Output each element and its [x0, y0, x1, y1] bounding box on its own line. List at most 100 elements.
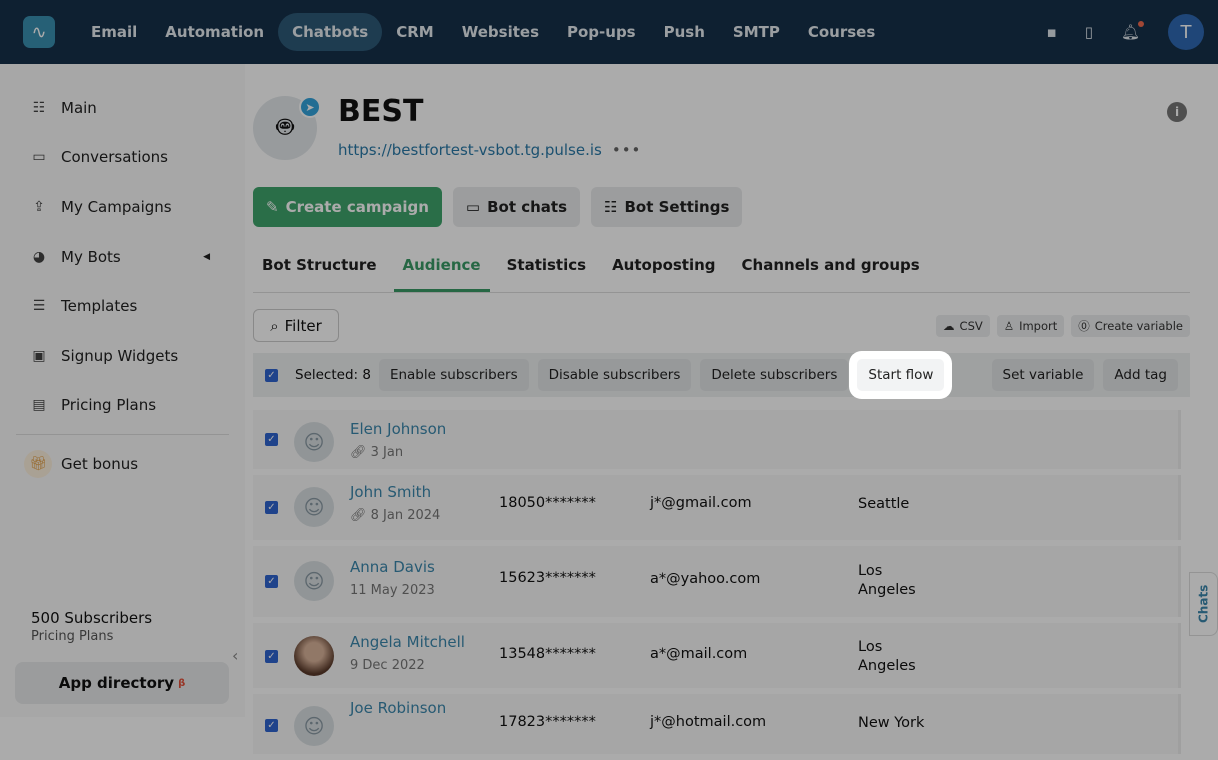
- sidebar-item-conversations[interactable]: ▭ Conversations: [0, 133, 245, 183]
- nav-smtp[interactable]: SMTP: [719, 13, 794, 51]
- tab-statistics[interactable]: Statistics: [498, 244, 595, 292]
- tab-bot-structure[interactable]: Bot Structure: [253, 244, 386, 292]
- app-directory-button[interactable]: App directory β: [15, 662, 229, 704]
- bot-name: BEST: [338, 94, 424, 129]
- bot-settings-button[interactable]: ☷ Bot Settings: [591, 187, 743, 227]
- nav-automation[interactable]: Automation: [151, 13, 278, 51]
- user-icon: ♙: [1003, 319, 1015, 333]
- row-checkbox[interactable]: ✓: [265, 575, 278, 588]
- subscriber-name[interactable]: Angela Mitchell: [350, 633, 465, 651]
- telegram-icon: ➤: [299, 96, 321, 118]
- label: Get bonus: [61, 454, 139, 473]
- delete-subscribers-button[interactable]: Delete subscribers: [700, 359, 849, 391]
- subscriber-date: 9 Dec 2022: [350, 658, 425, 673]
- csv-button[interactable]: ☁ CSV: [936, 315, 990, 337]
- city: Seattle: [858, 496, 910, 512]
- user-avatar[interactable]: T: [1168, 14, 1204, 50]
- chat-icon: ▭: [465, 198, 481, 216]
- label: My Campaigns: [61, 197, 172, 216]
- sidebar: ☷ Main ▭ Conversations ⇪ My Campaigns ◕ My B…: [0, 64, 245, 717]
- label: Filter: [284, 316, 322, 335]
- bot-url[interactable]: https://bestfortest-vsbot.tg.pulse.is •••: [338, 141, 641, 159]
- table-row[interactable]: ✓ ☺ Elen Johnson 🔗︎ 3 Jan: [253, 410, 1181, 469]
- subscriber-name[interactable]: Anna Davis: [350, 558, 435, 576]
- logo-icon[interactable]: ∿: [23, 16, 55, 48]
- disable-subscribers-button[interactable]: Disable subscribers: [537, 359, 692, 391]
- label: CSV: [959, 319, 983, 333]
- label: Import: [1019, 319, 1058, 333]
- link-icon: 🔗︎: [350, 445, 371, 460]
- chat-icon: ▭: [32, 149, 46, 166]
- phone: 18050*******: [499, 495, 596, 511]
- nav-push[interactable]: Push: [650, 13, 719, 51]
- nav-chatbots[interactable]: Chatbots: [278, 13, 383, 51]
- subscriber-name[interactable]: Joe Robinson: [350, 699, 446, 717]
- table-row[interactable]: ✓ Angela Mitchell 9 Dec 2022 13548******…: [253, 623, 1181, 688]
- row-checkbox[interactable]: ✓: [265, 433, 278, 446]
- label: Conversations: [61, 148, 168, 167]
- bot-chats-button[interactable]: ▭ Bot chats: [452, 187, 581, 227]
- table-row[interactable]: ✓ ☺ Anna Davis 11 May 2023 15623******* …: [253, 546, 1181, 617]
- chat-icon[interactable]: ▪: [1047, 23, 1057, 41]
- url-text[interactable]: https://bestfortest-vsbot.tg.pulse.is: [338, 141, 602, 159]
- sidebar-item-pricing-plans[interactable]: ▤ Pricing Plans: [0, 381, 245, 431]
- nav-popups[interactable]: Pop-ups: [553, 13, 650, 51]
- sliders-icon: ☷: [32, 99, 46, 116]
- label: Bot Settings: [624, 198, 730, 216]
- filter-button[interactable]: ⌕ Filter: [253, 309, 339, 342]
- bulk-actions-bar: ✓ Selected: 8 Enable subscribers Disable…: [253, 353, 1190, 397]
- nav-courses[interactable]: Courses: [794, 13, 889, 51]
- row-checkbox[interactable]: ✓: [265, 719, 278, 732]
- bell-icon[interactable]: 🔔︎: [1121, 21, 1145, 41]
- row-checkbox[interactable]: ✓: [265, 501, 278, 514]
- sidebar-item-templates[interactable]: ☰ Templates: [0, 281, 245, 331]
- table-row[interactable]: ✓ ☺ John Smith 🔗︎ 8 Jan 2024 18050******…: [253, 475, 1181, 540]
- import-button[interactable]: ♙ Import: [996, 315, 1065, 337]
- info-icon[interactable]: i: [1167, 102, 1187, 122]
- subscribers-text: 500 Subscribers: [31, 609, 153, 627]
- label: Create campaign: [285, 198, 429, 216]
- phone: 15623*******: [499, 570, 596, 586]
- email: a*@yahoo.com: [650, 571, 761, 587]
- avatar-photo: [294, 636, 334, 676]
- sidebar-item-get-bonus[interactable]: 🎁︎ Get bonus: [0, 439, 245, 489]
- sidebar-item-signup-widgets[interactable]: ▣ Signup Widgets: [0, 331, 245, 381]
- add-tag-button[interactable]: Add tag: [1103, 359, 1178, 391]
- tab-channels-groups[interactable]: Channels and groups: [733, 244, 929, 292]
- phone: 13548*******: [499, 646, 596, 662]
- nav-websites[interactable]: Websites: [448, 13, 553, 51]
- city: Los Angeles: [858, 563, 916, 598]
- divider: [16, 434, 229, 436]
- set-variable-button[interactable]: Set variable: [991, 359, 1095, 391]
- subscriber-name[interactable]: Elen Johnson: [350, 420, 446, 438]
- nav-email[interactable]: Email: [77, 13, 151, 51]
- selected-count: Selected: 8: [295, 367, 371, 383]
- mobile-icon[interactable]: ▯: [1085, 23, 1093, 41]
- label: Templates: [61, 297, 138, 316]
- more-icon[interactable]: •••: [612, 141, 642, 159]
- plan-link[interactable]: Pricing Plans: [31, 629, 152, 644]
- create-campaign-button[interactable]: ✎ Create campaign: [253, 187, 442, 227]
- row-checkbox[interactable]: ✓: [265, 650, 278, 663]
- label: App directory: [58, 674, 175, 692]
- sidebar-item-campaigns[interactable]: ⇪ My Campaigns: [0, 182, 245, 232]
- chats-side-tab[interactable]: Chats: [1189, 572, 1218, 636]
- label: Create variable: [1094, 319, 1183, 333]
- tab-autoposting[interactable]: Autoposting: [603, 244, 724, 292]
- table-row[interactable]: ✓ ☺ Joe Robinson 17823******* j*@hotmail…: [253, 694, 1181, 754]
- sidebar-item-my-bots[interactable]: ◕ My Bots ◀: [0, 232, 245, 282]
- tab-audience[interactable]: Audience: [393, 244, 490, 292]
- variable-icon: ⓪: [1078, 319, 1090, 333]
- nav-crm[interactable]: CRM: [382, 13, 448, 51]
- edit-icon: ✎: [266, 198, 279, 216]
- bot-icon: ◕: [32, 248, 46, 265]
- label: Pricing Plans: [61, 396, 157, 415]
- create-variable-button[interactable]: ⓪ Create variable: [1071, 315, 1190, 337]
- collapse-chevron-icon[interactable]: ‹: [232, 646, 238, 665]
- start-flow-button[interactable]: Start flow: [857, 359, 945, 391]
- beta-badge: β: [178, 677, 186, 689]
- sidebar-item-main[interactable]: ☷ Main: [0, 83, 245, 133]
- enable-subscribers-button[interactable]: Enable subscribers: [378, 359, 529, 391]
- select-all-checkbox[interactable]: ✓: [265, 368, 278, 382]
- subscriber-name[interactable]: John Smith: [350, 483, 431, 501]
